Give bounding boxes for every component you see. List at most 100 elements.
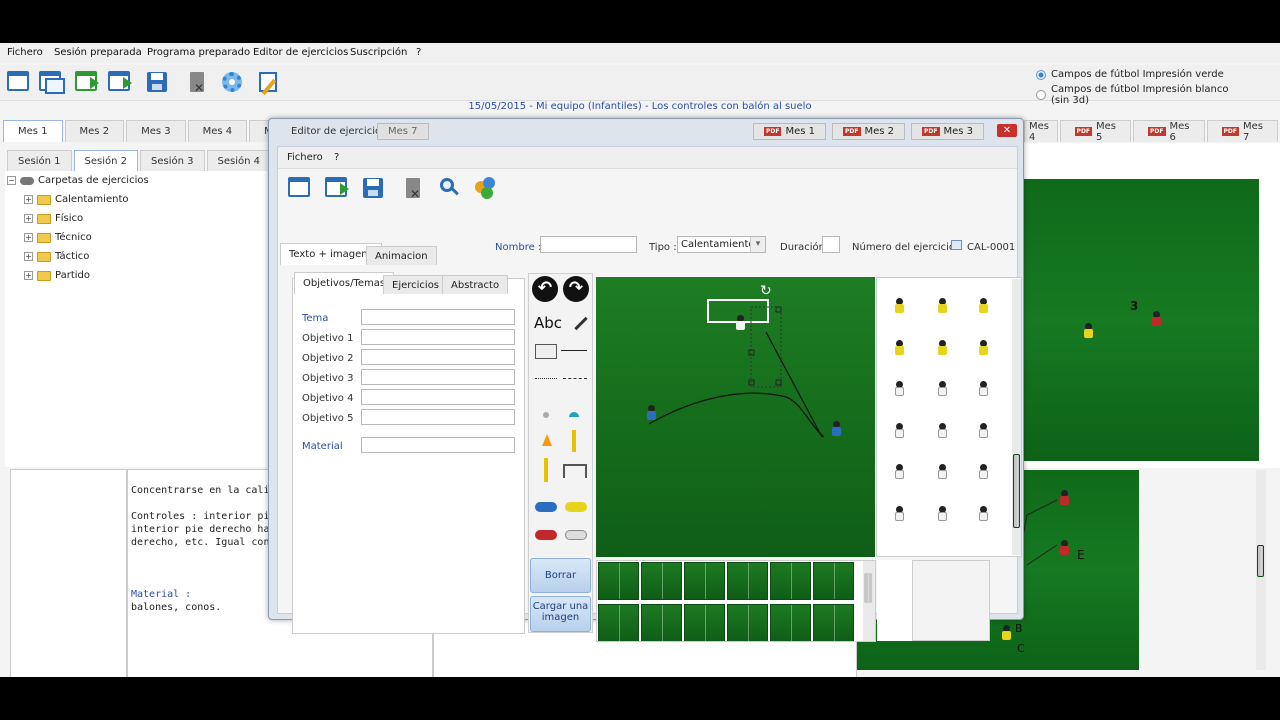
text-tool[interactable]: Abc: [534, 314, 562, 332]
tab-mes-4[interactable]: Mes 4: [187, 120, 248, 142]
name-input[interactable]: [540, 236, 637, 253]
player-icon[interactable]: [890, 340, 908, 358]
objetivo-1-input[interactable]: [361, 329, 515, 345]
tema-input[interactable]: [361, 309, 515, 325]
tab-sesion-4[interactable]: Sesión 4: [206, 150, 271, 172]
tab-mes-6-right[interactable]: PDF Mes 6: [1133, 120, 1205, 143]
menu-editor-ejercicios[interactable]: Editor de ejercicios: [253, 47, 348, 58]
field-thumbnail[interactable]: [684, 604, 725, 641]
pencil-icon[interactable]: [574, 316, 588, 331]
goal-icon[interactable]: [563, 464, 587, 478]
type-select[interactable]: Calentamiento: [677, 236, 766, 253]
delete-exercise-icon[interactable]: [400, 175, 426, 201]
player-icon[interactable]: [890, 423, 908, 441]
radio-white[interactable]: [1036, 90, 1046, 100]
tab-mes-3[interactable]: Mes 3: [126, 120, 186, 142]
field-thumbnail[interactable]: [770, 604, 811, 641]
tree-item-partido[interactable]: + Partido: [7, 266, 149, 285]
users-icon[interactable]: [473, 175, 499, 201]
tab-objetivos[interactable]: Objetivos/Temas: [294, 272, 395, 294]
player-icon[interactable]: [974, 423, 992, 441]
load-image-button[interactable]: Cargar una imagen: [530, 596, 591, 632]
red-player-icon[interactable]: [535, 530, 557, 540]
player-icon[interactable]: [890, 298, 908, 316]
expand-icon[interactable]: +: [24, 233, 33, 242]
white-player-icon[interactable]: [565, 530, 587, 540]
field-thumbnail[interactable]: [813, 562, 854, 600]
player-icon[interactable]: [974, 506, 992, 524]
player-icon[interactable]: [933, 423, 951, 441]
tree-item-tecnico[interactable]: + Técnico: [7, 228, 149, 247]
tree-root[interactable]: − Carpetas de ejercicios: [7, 171, 149, 190]
tab-mes-5-right[interactable]: PDF Mes 5: [1059, 120, 1132, 143]
player-icon[interactable]: [933, 340, 951, 358]
objetivo-3-input[interactable]: [361, 369, 515, 385]
delete-icon[interactable]: [184, 69, 210, 95]
dashed-arrow-icon[interactable]: [563, 378, 587, 379]
new-window-icon[interactable]: [5, 69, 31, 95]
player-icon[interactable]: [933, 506, 951, 524]
hurdle-icon[interactable]: [544, 458, 548, 482]
field-thumbnail[interactable]: [598, 562, 639, 600]
objetivo-5-input[interactable]: [361, 409, 515, 425]
save-exercise-icon[interactable]: [360, 175, 386, 201]
player-icon[interactable]: [974, 298, 992, 316]
tab-mes-7-right[interactable]: PDF Mes 7: [1206, 120, 1278, 143]
print-green-option[interactable]: Campos de fútbol Impresión verde: [1036, 69, 1241, 80]
field-thumbnail[interactable]: [813, 604, 854, 641]
rectangle-tool-icon[interactable]: [535, 344, 557, 359]
save-icon[interactable]: [144, 69, 170, 95]
tab-sesion-2[interactable]: Sesión 2: [73, 150, 138, 172]
close-icon[interactable]: ✕: [997, 124, 1017, 137]
cone-icon[interactable]: [542, 434, 552, 446]
blue-player-icon[interactable]: [535, 502, 557, 512]
tab-mes-1[interactable]: Mes 1: [3, 120, 63, 142]
export-exercise-icon[interactable]: [323, 175, 349, 201]
arrow-tool-icon[interactable]: [561, 350, 587, 351]
new-exercise-icon[interactable]: [286, 175, 312, 201]
tab-sesion-1[interactable]: Sesión 1: [7, 150, 72, 172]
tab-abstracto[interactable]: Abstracto: [442, 275, 509, 294]
drawing-pitch[interactable]: ↻: [596, 277, 875, 557]
import-icon[interactable]: [106, 69, 132, 95]
pole-icon[interactable]: [572, 430, 576, 452]
duration-input[interactable]: [822, 236, 840, 253]
export-icon[interactable]: [73, 69, 99, 95]
field-thumbnail[interactable]: [770, 562, 811, 600]
player-icon[interactable]: [933, 381, 951, 399]
preview-icon[interactable]: [436, 175, 462, 201]
ball-icon[interactable]: [543, 412, 549, 418]
pdf-tab-mes-3[interactable]: PDF Mes 3: [911, 123, 985, 140]
tab-mes-2[interactable]: Mes 2: [64, 120, 125, 142]
expand-icon[interactable]: +: [24, 214, 33, 223]
menu-fichero[interactable]: Fichero: [7, 47, 43, 58]
objetivo-2-input[interactable]: [361, 349, 515, 365]
pdf-tab-mes-2[interactable]: PDF Mes 2: [832, 123, 906, 140]
pdf-tab-mes-1[interactable]: PDF Mes 1: [753, 123, 827, 140]
tab-ejercicios[interactable]: Ejercicios: [383, 275, 449, 294]
edit-icon[interactable]: [256, 69, 282, 95]
tab-animacion[interactable]: Animacion: [366, 246, 437, 265]
expand-icon[interactable]: +: [24, 271, 33, 280]
dialog-menu-help[interactable]: ?: [334, 152, 339, 163]
dotted-arrow-icon[interactable]: [535, 378, 557, 379]
right-scrollbar[interactable]: [1256, 470, 1266, 670]
menu-sesion-preparada[interactable]: Sesión preparada: [54, 47, 142, 58]
yellow-player-icon[interactable]: [565, 502, 587, 512]
player-icon[interactable]: [890, 506, 908, 524]
field-thumbnail[interactable]: [727, 604, 768, 641]
material-input[interactable]: [361, 437, 515, 453]
radio-green[interactable]: [1036, 69, 1046, 80]
dialog-menu-fichero[interactable]: Fichero: [287, 152, 323, 163]
expand-icon[interactable]: +: [24, 252, 33, 261]
marker-icon[interactable]: [569, 412, 579, 417]
palette-scrollbar[interactable]: [1012, 279, 1021, 555]
player-icon[interactable]: [974, 464, 992, 482]
settings-icon[interactable]: [219, 69, 245, 95]
player-icon[interactable]: [827, 421, 845, 439]
thumbnails-scrollbar[interactable]: [863, 561, 875, 641]
field-thumbnail[interactable]: [641, 562, 682, 600]
player-icon[interactable]: [642, 405, 660, 423]
player-icon[interactable]: [974, 381, 992, 399]
field-thumbnail[interactable]: [684, 562, 725, 600]
